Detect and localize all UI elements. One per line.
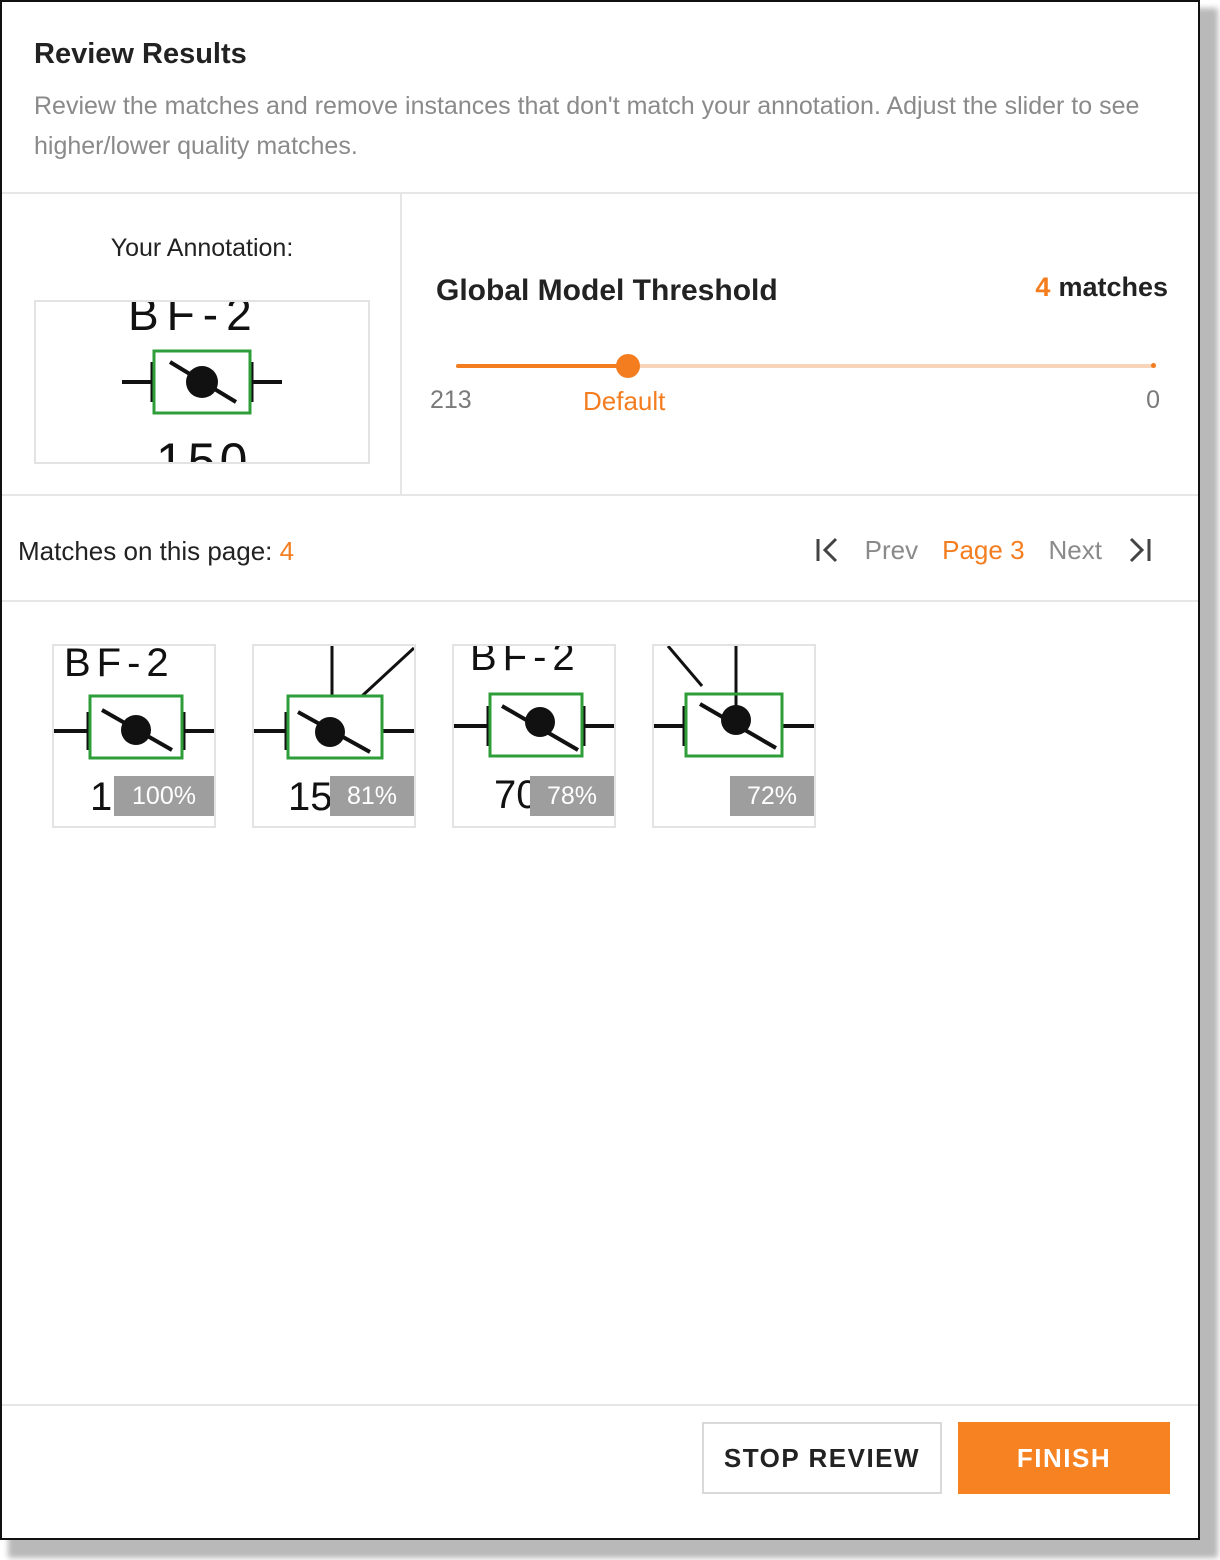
threshold-slider[interactable] bbox=[456, 354, 1156, 378]
slider-thumb[interactable] bbox=[616, 354, 640, 378]
slider-track-fill bbox=[456, 364, 628, 368]
dialog-footer: STOP REVIEW FINISH bbox=[2, 1404, 1198, 1538]
first-page-icon[interactable] bbox=[813, 535, 843, 565]
prev-page-button[interactable]: Prev bbox=[865, 535, 918, 566]
annotation-top-text: BF-2 bbox=[128, 302, 260, 340]
match-thumbnail[interactable]: 72% bbox=[652, 644, 816, 828]
slider-max-label: 0 bbox=[1146, 386, 1160, 414]
dialog-header: Review Results Review the matches and re… bbox=[2, 2, 1198, 194]
annotation-bottom-text: 150 bbox=[156, 433, 251, 464]
annotation-section: Your Annotation: BF-2 150 bbox=[2, 194, 402, 494]
dialog-subtitle: Review the matches and remove instances … bbox=[34, 92, 1140, 160]
match-thumbnail[interactable]: 15 81% bbox=[252, 644, 416, 828]
next-page-button[interactable]: Next bbox=[1049, 535, 1102, 566]
current-page-label: Page 3 bbox=[942, 534, 1025, 565]
match-score-badge: 100% bbox=[114, 776, 214, 816]
last-page-icon[interactable] bbox=[1124, 535, 1154, 565]
matches-on-page-label: Matches on this page: bbox=[18, 536, 273, 566]
match-thumbnail[interactable]: BF-2 70 78% bbox=[452, 644, 616, 828]
match-thumbnails: BF-2 1 100% 15 81% BF-2 70 78% 72% bbox=[52, 644, 852, 828]
settings-row: Your Annotation: BF-2 150 Global Model T… bbox=[2, 194, 1198, 496]
finish-button[interactable]: FINISH bbox=[958, 1422, 1170, 1494]
dialog-title: Review Results bbox=[34, 38, 247, 70]
match-count: 4 matches bbox=[1035, 272, 1168, 303]
matches-on-page-count: 4 bbox=[279, 536, 295, 566]
match-bottom-text: 15 bbox=[288, 775, 333, 819]
slider-default-label[interactable]: Default bbox=[583, 386, 665, 417]
match-top-text: BF-2 bbox=[64, 646, 175, 685]
annotation-label: Your Annotation: bbox=[110, 234, 294, 262]
threshold-title: Global Model Threshold bbox=[436, 274, 778, 307]
match-count-number: 4 bbox=[1035, 272, 1051, 302]
match-score-badge: 72% bbox=[730, 776, 814, 816]
slider-track-end bbox=[1151, 363, 1156, 368]
match-bottom-text: 1 bbox=[90, 775, 112, 819]
match-count-suffix: matches bbox=[1058, 272, 1168, 302]
annotation-symbol: BF-2 150 bbox=[122, 302, 282, 464]
pagination: Prev Page 3 Next bbox=[813, 534, 1154, 566]
review-results-dialog: Review Results Review the matches and re… bbox=[0, 0, 1200, 1540]
slider-min-label: 213 bbox=[430, 386, 472, 414]
match-score-badge: 81% bbox=[330, 776, 414, 816]
matches-on-page: Matches on this page: 4 bbox=[18, 536, 294, 567]
stop-review-button[interactable]: STOP REVIEW bbox=[702, 1422, 942, 1494]
threshold-section: Global Model Threshold 4 matches 213 Defa… bbox=[404, 194, 1198, 494]
match-top-text: BF-2 bbox=[470, 646, 581, 679]
match-score-badge: 78% bbox=[530, 776, 614, 816]
match-thumbnail[interactable]: BF-2 1 100% bbox=[52, 644, 216, 828]
matches-header: Matches on this page: 4 Prev Page 3 Next bbox=[2, 496, 1198, 602]
annotation-image: BF-2 150 bbox=[34, 300, 370, 464]
